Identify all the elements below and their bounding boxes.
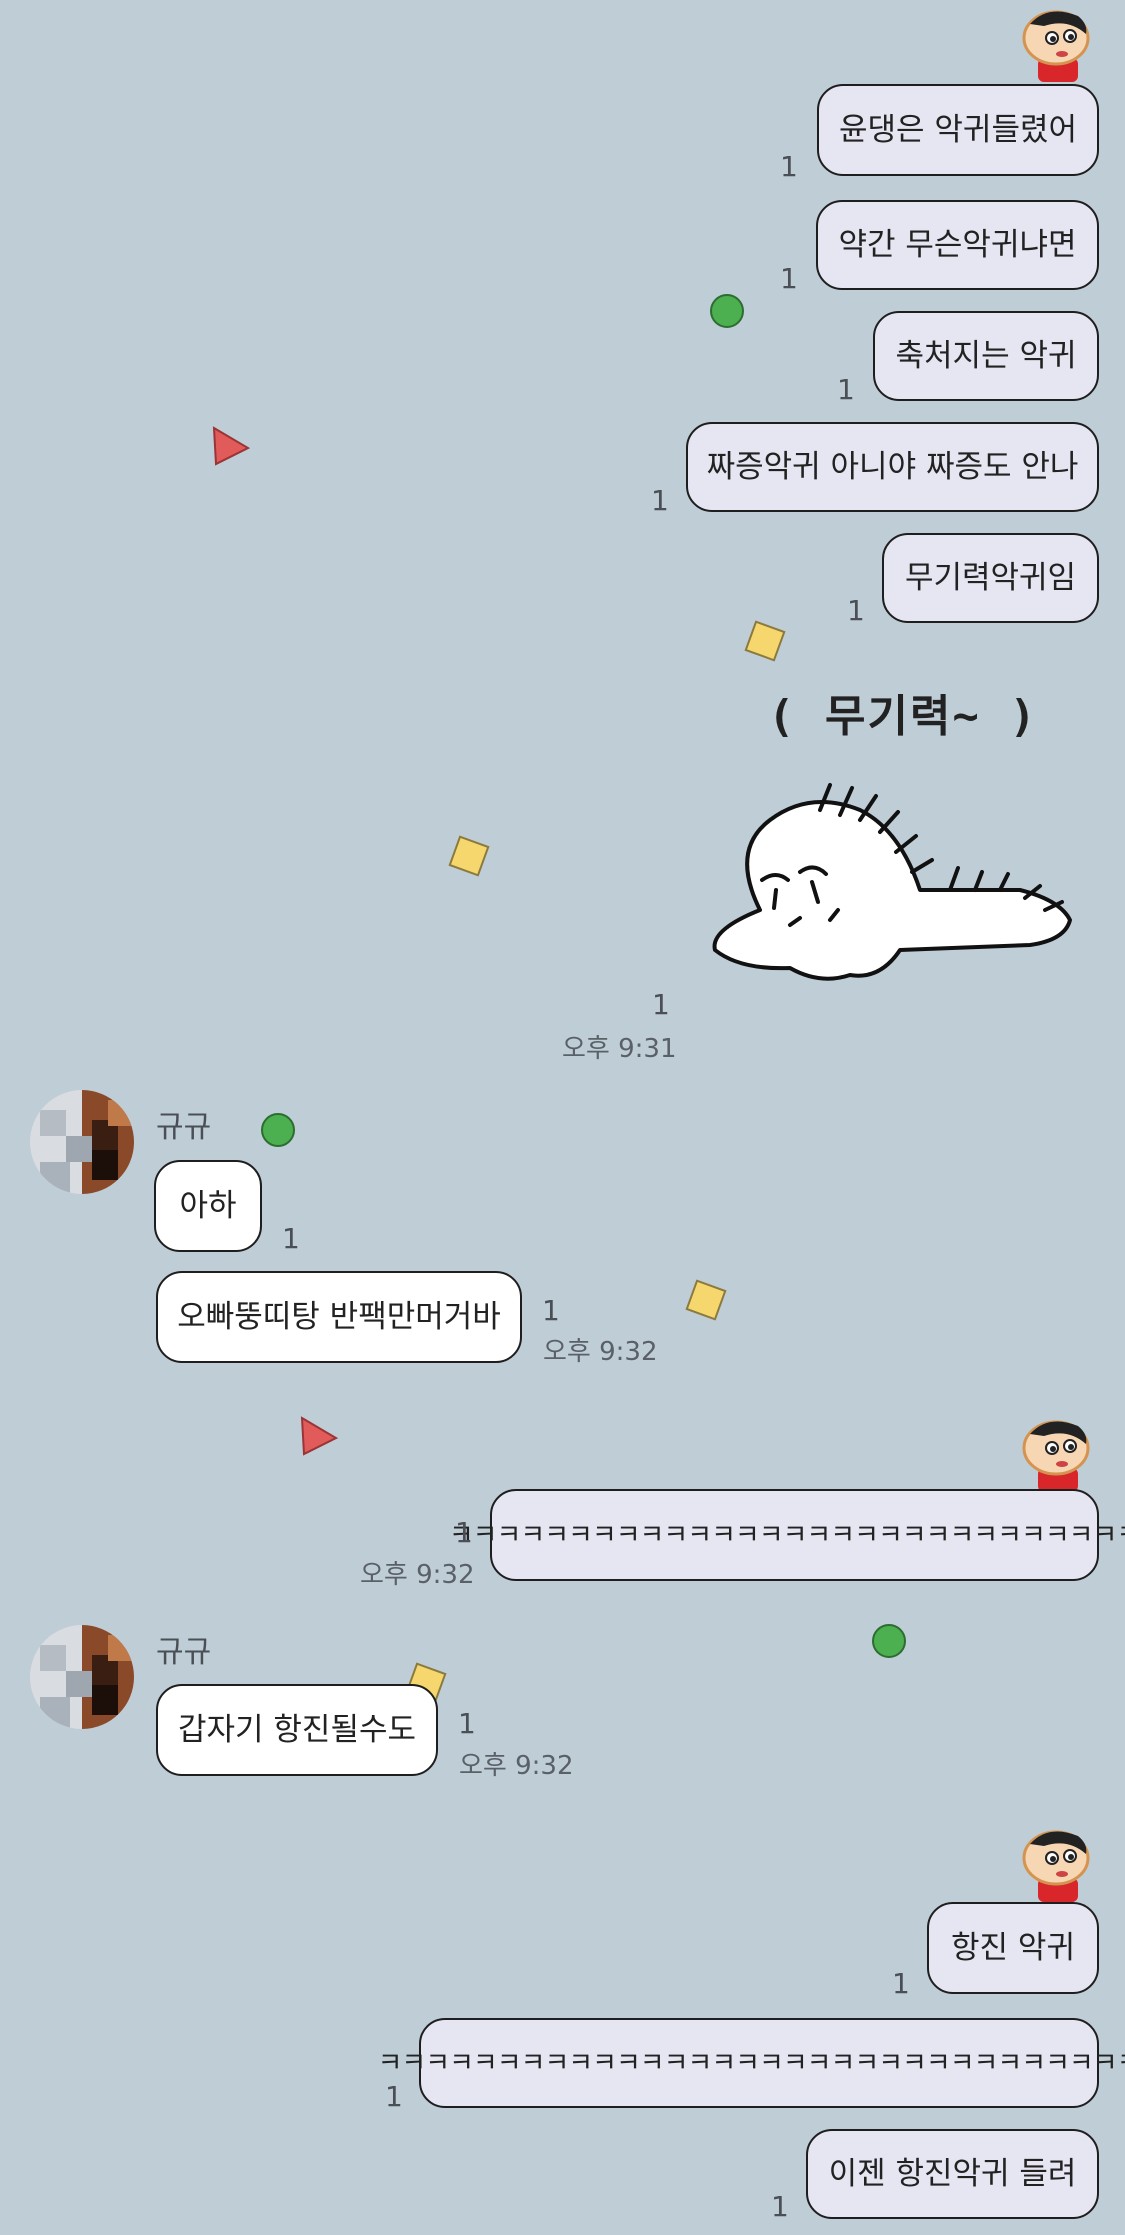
my-message-bubble[interactable]: 윤댕은 악귀들렸어 [817,84,1099,176]
read-count: 1 [780,262,798,295]
yellow-square-decoration [448,835,490,877]
friend-name: 규규 [156,1110,212,1145]
my-message-bubble[interactable]: ㅋㅋㅋㅋㅋㅋㅋㅋㅋㅋㅋㅋㅋㅋㅋㅋㅋㅋㅋㅋㅋㅋㅋㅋㅋㅋㅋㅋㅋㅋㅋㅋ [378,2018,1125,2108]
red-triangle-decoration [212,426,251,466]
friend-message-bubble[interactable]: 갑자기 항진될수도 [156,1684,438,1776]
my-message-bubble[interactable]: 짜증악귀 아니야 짜증도 안나 [686,422,1099,512]
read-count: 1 [651,484,669,517]
green-dot-decoration [261,1113,295,1147]
sticker-caption: ( 무기력~ ) [768,691,1038,742]
my-message-bubble[interactable]: 항진 악귀 [927,1902,1099,1994]
red-triangle-decoration [300,1416,339,1456]
my-message-bubble[interactable]: 이젠 항진악귀 들려 [806,2129,1099,2219]
read-count: 1 [771,2190,789,2223]
read-count: 1 [542,1294,560,1327]
my-message-bubble[interactable]: 약간 무슨악귀냐면 [816,200,1099,290]
message-time: 오후 9:32 [360,1560,475,1590]
cartoon-boy-avatar-icon[interactable] [1008,1410,1100,1492]
cartoon-boy-avatar-icon[interactable] [1008,1820,1100,1902]
read-count: 1 [837,373,855,406]
blob-character-icon [712,783,1072,981]
read-count: 1 [847,594,865,627]
read-count: 1 [455,1516,473,1549]
message-time: 오후 9:32 [543,1337,658,1367]
read-count: 1 [652,988,670,1021]
friend-avatar[interactable] [30,1090,134,1194]
message-time: 오후 9:31 [562,1034,677,1064]
green-dot-decoration [872,1624,906,1658]
read-count: 1 [458,1707,476,1740]
cartoon-boy-avatar-icon[interactable] [1008,0,1100,82]
my-message-bubble[interactable]: 축처지는 악귀 [873,311,1099,401]
lazy-blob-sticker[interactable]: ( 무기력~ ) [700,680,1080,1020]
read-count: 1 [780,150,798,183]
message-time: 오후 9:32 [459,1751,574,1781]
my-message-bubble[interactable]: ㅋㅋㅋㅋㅋㅋㅋㅋㅋㅋㅋㅋㅋㅋㅋㅋㅋㅋㅋㅋㅋㅋㅋㅋㅋㅋㅋㅋㅋ [449,1489,1125,1581]
yellow-square-decoration [685,1279,727,1321]
read-count: 1 [385,2080,403,2113]
green-dot-decoration [710,294,744,328]
friend-message-bubble[interactable]: 오빠뚱띠탕 반팩만머거바 [156,1271,522,1363]
friend-message-bubble[interactable]: 아하 [154,1160,262,1252]
yellow-square-decoration [744,620,786,662]
friend-avatar[interactable] [30,1625,134,1729]
read-count: 1 [892,1967,910,2000]
my-message-bubble[interactable]: 무기력악귀임 [882,533,1099,623]
read-count: 1 [282,1222,300,1255]
friend-name: 규규 [156,1635,212,1670]
